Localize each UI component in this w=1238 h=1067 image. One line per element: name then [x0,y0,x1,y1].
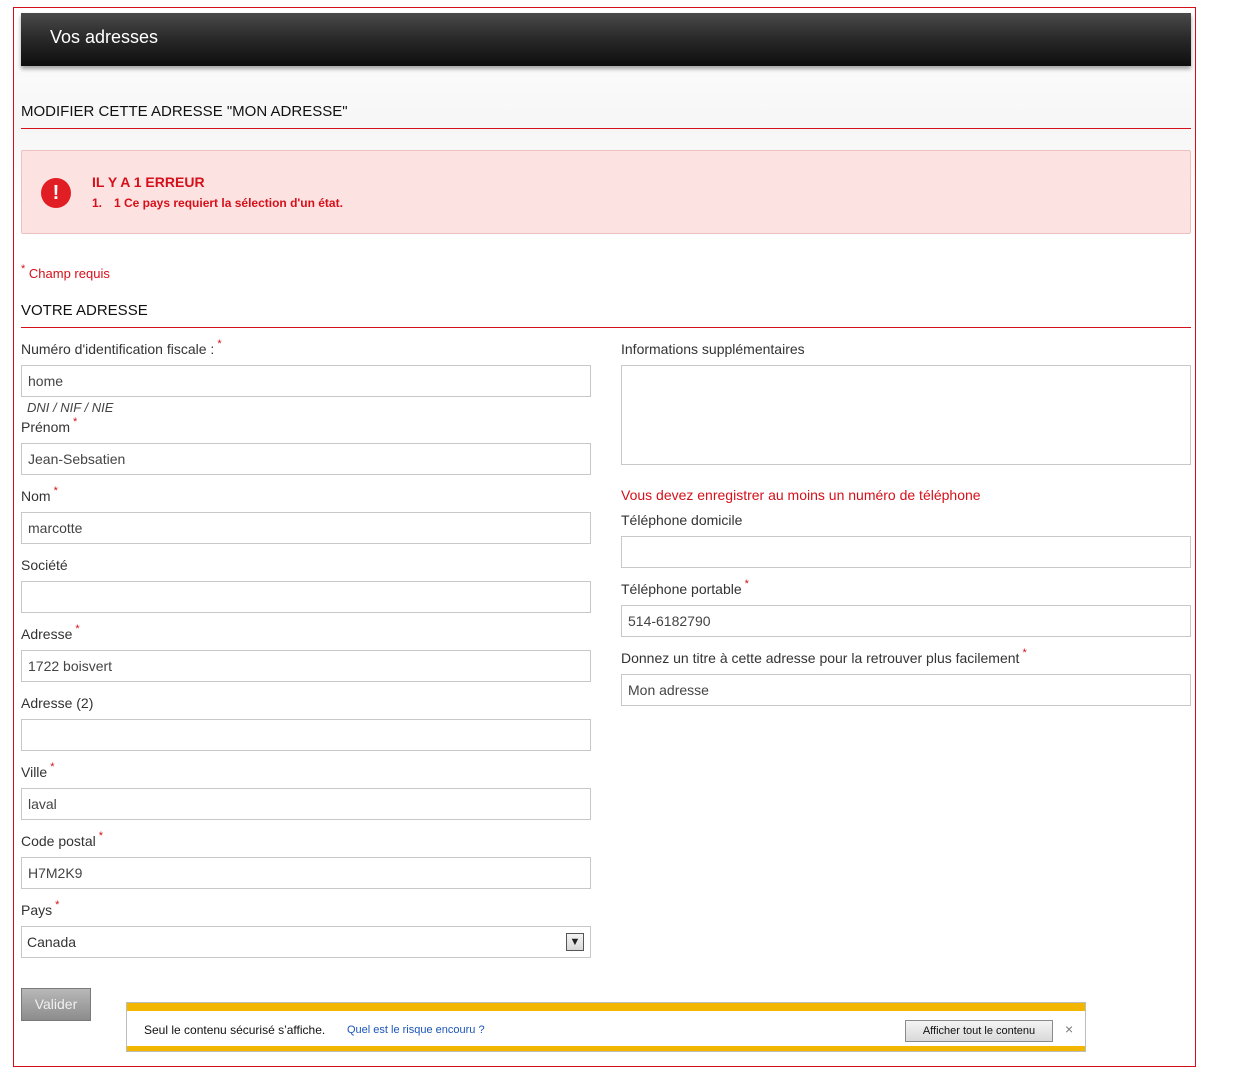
tax-id-input[interactable]: home [21,365,591,397]
required-star: * [98,830,103,842]
phone-requirement-note: Vous devez enregistrer au moins un numér… [621,487,981,503]
company-label: Société [21,557,68,573]
submit-button[interactable]: Valider [21,988,91,1021]
tax-id-label-text: Numéro d'identification fiscale : [21,341,215,357]
info-bar-stripe-top [127,1003,1085,1011]
error-alert: ! IL Y A 1 ERREUR 1. 1 Ce pays requiert l… [21,150,1191,234]
section-heading: VOTRE ADRESSE [21,302,1191,328]
alert-item-number: 1. [92,196,103,210]
address1-label: Adresse * [21,623,80,642]
address2-label: Adresse (2) [21,695,94,711]
alert-title: IL Y A 1 ERREUR [92,174,205,190]
phone-mobile-label: Téléphone portable * [621,578,749,597]
alias-label: Donnez un titre à cette adresse pour la … [621,647,1027,666]
postcode-label-text: Code postal [21,833,96,849]
company-input[interactable] [21,581,591,613]
country-label-text: Pays [21,902,53,918]
alert-item-text: 1 Ce pays requiert la sélection d'un éta… [114,196,343,210]
info-bar-stripe-bottom [127,1046,1085,1051]
required-star: * [50,761,55,773]
required-star: * [1022,647,1027,659]
exclamation-icon: ! [41,178,71,208]
tax-id-label: Numéro d'identification fiscale : * [21,338,222,357]
required-note-text: Champ requis [28,266,110,281]
country-selected-value: Canada [27,934,77,950]
page-title: Vos adresses [50,27,159,47]
required-star: * [75,623,80,635]
required-star: * [55,899,60,911]
firstname-input[interactable]: Jean-Sebsatien [21,443,591,475]
security-info-bar: Seul le contenu sécurisé s’affiche. Quel… [126,1002,1086,1052]
other-info-label: Informations supplémentaires [621,341,805,357]
other-info-textarea[interactable] [621,365,1191,465]
postcode-input[interactable]: H7M2K9 [21,857,591,889]
phone-home-input[interactable] [621,536,1191,568]
tax-id-hint: DNI / NIF / NIE [27,400,114,415]
lastname-label: Nom * [21,485,58,504]
firstname-label-text: Prénom [21,419,71,435]
city-label-text: Ville [21,764,48,780]
lastname-label-text: Nom [21,488,51,504]
postcode-label: Code postal * [21,830,103,849]
country-label: Pays * [21,899,60,918]
info-bar-message: Seul le contenu sécurisé s’affiche. [144,1023,326,1037]
address1-input[interactable]: 1722 boisvert [21,650,591,682]
firstname-label: Prénom * [21,416,78,435]
show-all-content-button[interactable]: Afficher tout le contenu [905,1020,1053,1042]
phone-mobile-input[interactable]: 514-6182790 [621,605,1191,637]
country-select[interactable]: Canada ▼ [21,926,591,958]
required-star: * [21,263,26,275]
page-header-bar: Vos adresses [21,13,1191,66]
address1-label-text: Adresse [21,626,73,642]
city-input[interactable]: laval [21,788,591,820]
chevron-down-icon[interactable]: ▼ [566,933,584,951]
city-label: Ville * [21,761,55,780]
required-note: * Champ requis [21,263,110,281]
info-bar-risk-link[interactable]: Quel est le risque encouru ? [347,1024,485,1036]
lastname-input[interactable]: marcotte [21,512,591,544]
required-star: * [73,416,78,428]
alias-input[interactable]: Mon adresse [621,674,1191,706]
required-star: * [53,485,58,497]
phone-mobile-label-text: Téléphone portable [621,581,742,597]
form-heading: MODIFIER CETTE ADRESSE "MON ADRESSE" [21,103,1191,129]
required-star: * [217,338,222,350]
alert-error-item: 1. 1 Ce pays requiert la sélection d'un é… [92,196,343,210]
address2-input[interactable] [21,719,591,751]
required-star: * [744,578,749,590]
alias-label-text: Donnez un titre à cette adresse pour la … [621,650,1020,666]
close-icon[interactable]: × [1065,1021,1073,1037]
phone-home-label: Téléphone domicile [621,512,743,528]
